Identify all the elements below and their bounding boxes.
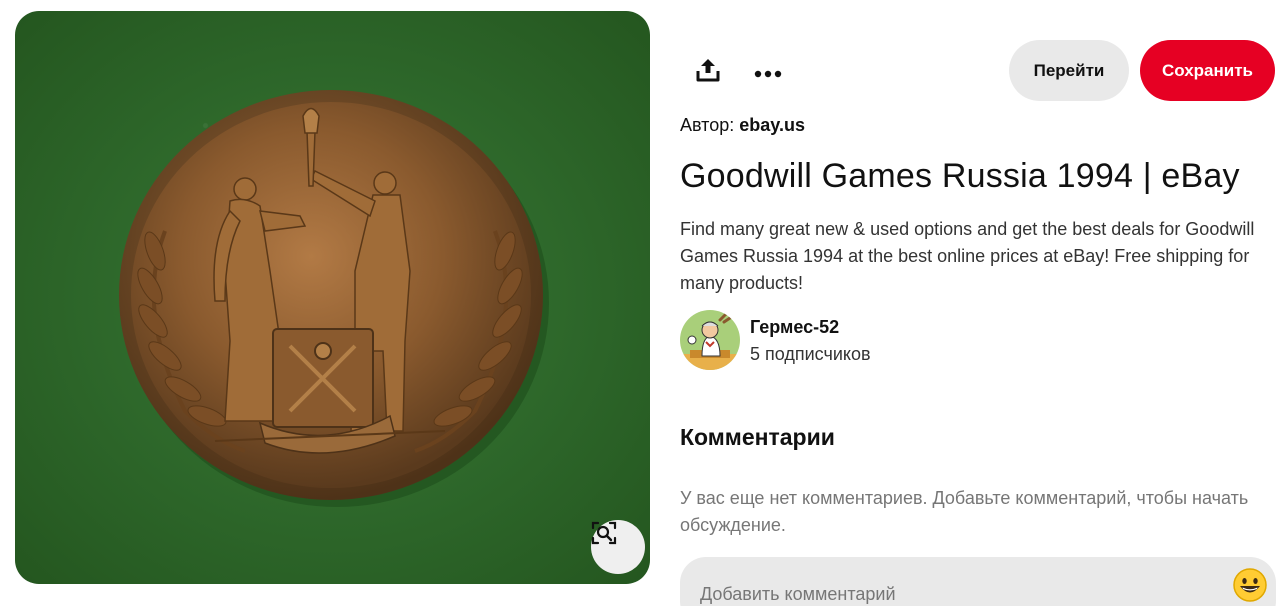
author-source-link[interactable]: ebay.us — [739, 115, 805, 135]
visual-search-icon — [591, 521, 617, 545]
comments-empty-text: У вас еще нет комментариев. Добавьте ком… — [680, 488, 1249, 535]
creator-avatar-illustration — [680, 310, 740, 370]
share-upload-icon — [696, 59, 720, 82]
avatar[interactable] — [680, 310, 740, 370]
ellipsis-icon — [754, 70, 782, 78]
emoji-button[interactable] — [1232, 567, 1268, 603]
author-line: Автор: ebay.us — [680, 115, 805, 136]
more-options-button[interactable] — [748, 54, 788, 94]
smiley-emoji-icon — [1233, 568, 1267, 602]
pin-toolbar: Перейти Сохранить — [680, 40, 1276, 102]
creator-name[interactable]: Гермес-52 — [750, 317, 839, 338]
comments-heading: Комментарии — [680, 424, 835, 450]
visual-search-button[interactable] — [591, 520, 645, 574]
share-button[interactable] — [688, 50, 728, 90]
creator-card: Гермес-52 5 подписчиков — [680, 310, 1080, 370]
creator-followers: 5 подписчиков — [750, 344, 871, 364]
comment-input[interactable] — [700, 579, 1220, 606]
comment-box — [680, 557, 1276, 606]
pin-image[interactable] — [15, 11, 650, 584]
author-prefix: Автор: — [680, 115, 735, 135]
visit-button[interactable]: Перейти — [1009, 40, 1129, 101]
page-title: Goodwill Games Russia 1994 | eBay — [680, 157, 1240, 195]
save-button[interactable]: Сохранить — [1140, 40, 1275, 101]
pin-description: Find many great new & used options and g… — [680, 219, 1255, 293]
medal-illustration — [119, 90, 549, 507]
